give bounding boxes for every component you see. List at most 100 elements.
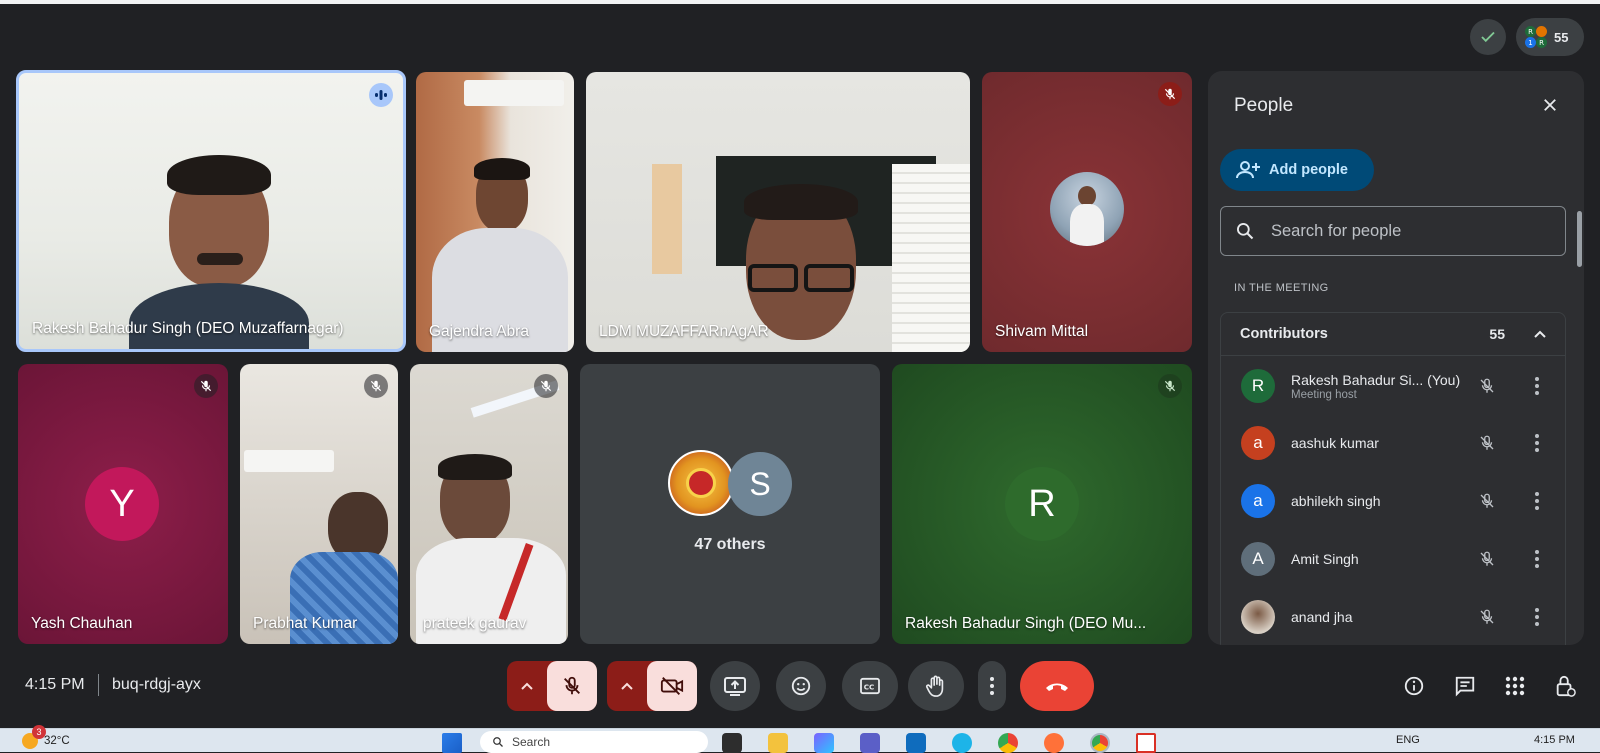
file-explorer-icon[interactable] — [768, 733, 788, 753]
video-tile-gajendra[interactable]: Gajendra Abra — [416, 72, 574, 352]
raise-hand-button[interactable] — [908, 661, 964, 711]
participant-row[interactable]: a abhilekh singh — [1221, 472, 1567, 530]
add-people-button[interactable]: Add people — [1220, 149, 1374, 191]
window-top-edge — [0, 0, 1600, 4]
search-icon — [1237, 223, 1254, 240]
taskbar-search[interactable]: Search — [480, 731, 708, 753]
camera-control — [607, 661, 697, 711]
muted-mic-icon[interactable] — [1475, 431, 1499, 455]
participant-avatar: R — [1241, 369, 1275, 403]
windows-start-icon[interactable] — [442, 733, 462, 753]
meeting-status-check-icon[interactable] — [1470, 19, 1506, 55]
muted-mic-icon[interactable] — [1475, 374, 1499, 398]
speaking-indicator-icon — [369, 83, 393, 107]
air-conditioner — [244, 450, 334, 472]
video-tile-rakesh-avatar[interactable]: R Rakesh Bahadur Singh (DEO Mu... — [892, 364, 1192, 644]
panel-title: People — [1234, 95, 1294, 116]
others-tile[interactable]: S 47 others — [580, 364, 880, 644]
muted-mic-icon — [1158, 82, 1182, 106]
participant-row[interactable]: A Amit Singh — [1221, 530, 1567, 588]
video-tile-prateek[interactable]: prateek gaurav — [410, 364, 568, 644]
edge-icon[interactable] — [952, 733, 972, 753]
add-person-icon — [1236, 161, 1260, 179]
taskbar-clock[interactable]: 4:15 PM — [1534, 734, 1575, 746]
others-count-label: 47 others — [694, 536, 766, 553]
activities-grid-icon[interactable] — [1500, 671, 1530, 701]
people-panel: People Add people Search for people IN T… — [1208, 71, 1584, 645]
microphone-control — [507, 661, 597, 711]
participants-count-button[interactable]: R 1 R 55 — [1516, 18, 1584, 56]
video-tile-prabhat[interactable]: Prabhat Kumar — [240, 364, 398, 644]
participant-name: LDM MUZAFFARnAgAR — [599, 323, 769, 340]
task-view-icon[interactable] — [722, 733, 742, 753]
participant-name: abhilekh singh — [1291, 493, 1381, 509]
more-options-icon[interactable] — [1529, 374, 1545, 398]
participant-avatar: S — [728, 452, 792, 516]
taskbar-search-placeholder: Search — [512, 735, 551, 749]
video-tile-rakesh[interactable]: Rakesh Bahadur Singh (DEO Muzaffarnagar) — [16, 70, 406, 352]
present-icon — [724, 677, 746, 696]
leave-call-button[interactable] — [1020, 661, 1094, 711]
video-tile-shivam[interactable]: Shivam Mittal — [982, 72, 1192, 352]
more-options-icon[interactable] — [1529, 605, 1545, 629]
participant-avatar: a — [1241, 484, 1275, 518]
teams-icon[interactable] — [860, 733, 880, 753]
muted-mic-icon[interactable] — [1475, 605, 1499, 629]
chrome-icon[interactable] — [998, 733, 1018, 753]
reactions-button[interactable] — [776, 661, 826, 711]
participant-name: Rakesh Bahadur Singh (DEO Muzaffarnagar) — [32, 320, 344, 337]
more-options-icon[interactable] — [1529, 547, 1545, 571]
group-label: Contributors — [1240, 326, 1328, 342]
participant-avatar: R — [1005, 467, 1079, 541]
search-placeholder: Search for people — [1271, 221, 1402, 240]
end-call-icon — [1046, 683, 1068, 691]
participant-name: Gajendra Abra — [429, 323, 529, 340]
audio-options-chevron-icon[interactable] — [507, 661, 547, 711]
contributors-header[interactable]: Contributors 55 — [1221, 313, 1565, 356]
close-icon[interactable] — [1536, 91, 1564, 119]
window-blinds — [892, 164, 970, 352]
more-options-icon[interactable] — [1529, 489, 1545, 513]
captions-button[interactable]: CC — [842, 661, 898, 711]
mic-toggle-button[interactable] — [547, 661, 597, 711]
video-tile-ldm[interactable]: LDM MUZAFFARnAgAR — [586, 72, 970, 352]
muted-mic-icon — [1158, 374, 1182, 398]
host-controls-lock-icon[interactable] — [1550, 671, 1580, 701]
more-options-icon[interactable] — [1529, 431, 1545, 455]
chat-icon[interactable] — [1450, 671, 1480, 701]
emoji-icon — [791, 676, 811, 696]
participant-row[interactable]: anand jha — [1221, 588, 1567, 645]
copilot-icon[interactable] — [814, 733, 834, 753]
search-people-input[interactable]: Search for people — [1220, 206, 1566, 256]
video-tile-yash[interactable]: Y Yash Chauhan — [18, 364, 228, 644]
profile-photo — [1050, 172, 1124, 246]
mini-avatar — [1536, 26, 1547, 37]
weather-widget[interactable]: 3 32°C — [22, 725, 70, 753]
video-options-chevron-icon[interactable] — [607, 661, 647, 711]
contributors-group: Contributors 55 R Rakesh Bahadur Si... (… — [1220, 312, 1566, 645]
chevron-up-icon[interactable] — [1533, 329, 1547, 339]
group-count: 55 — [1489, 326, 1505, 342]
weather-sun-icon: 3 — [22, 725, 46, 749]
present-screen-button[interactable] — [710, 661, 760, 711]
participant-name: aashuk kumar — [1291, 435, 1379, 451]
muted-mic-icon[interactable] — [1475, 489, 1499, 513]
participant-row[interactable]: a aashuk kumar — [1221, 414, 1567, 472]
outlook-icon[interactable] — [906, 733, 926, 753]
panel-scrollbar[interactable] — [1577, 211, 1582, 267]
participant-name: Prabhat Kumar — [253, 615, 358, 632]
muted-mic-icon[interactable] — [1475, 547, 1499, 571]
participant-row[interactable]: R Rakesh Bahadur Si... (You) Meeting hos… — [1221, 357, 1567, 415]
participant-name: anand jha — [1291, 609, 1353, 625]
gmail-icon[interactable] — [1136, 733, 1156, 753]
language-indicator[interactable]: ENG — [1396, 734, 1420, 746]
chrome-active-icon[interactable] — [1090, 733, 1110, 753]
section-label: IN THE MEETING — [1234, 282, 1329, 294]
muted-mic-icon — [364, 374, 388, 398]
participant-role: Meeting host — [1291, 388, 1357, 401]
more-vert-icon — [990, 677, 994, 695]
more-options-button[interactable] — [978, 661, 1006, 711]
camera-toggle-button[interactable] — [647, 661, 697, 711]
firefox-icon[interactable] — [1044, 733, 1064, 753]
meeting-details-info-icon[interactable] — [1399, 671, 1429, 701]
